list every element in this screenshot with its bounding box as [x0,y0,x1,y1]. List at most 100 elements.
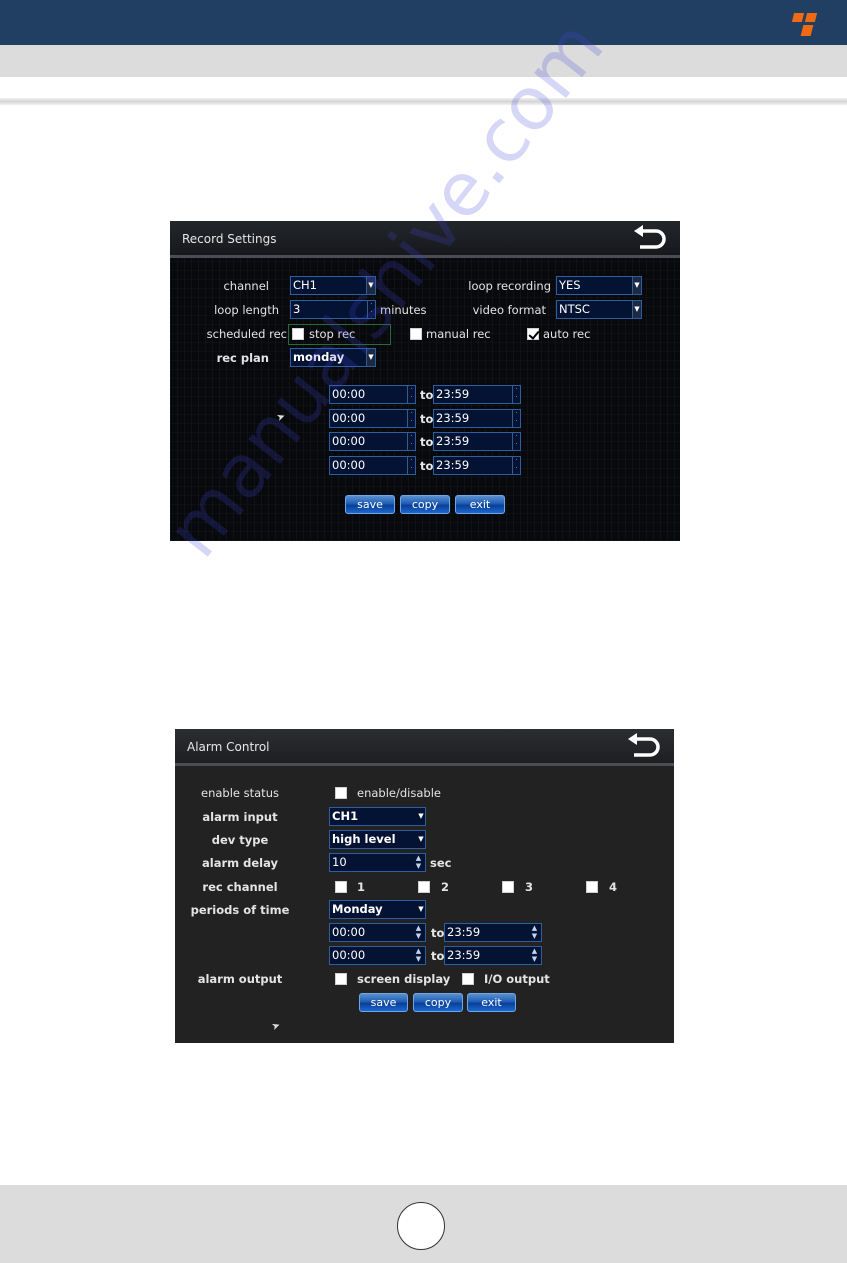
copy-button[interactable]: copy [400,495,450,514]
period-4-to-input[interactable]: 23:59 · · [433,456,521,475]
period-1-from-input[interactable]: 00:00 · · [329,385,416,404]
spinner-icon[interactable]: · · [512,410,520,427]
period-4-from-input[interactable]: 00:00 · · [329,456,416,475]
spinner-icon[interactable]: · · [407,386,415,403]
rec-plan-select[interactable]: monday ▼ [290,348,376,367]
rec-channel-1-label: 1 [357,880,366,894]
loop-length-input[interactable]: 3 · · [290,300,376,319]
rec-channel-4-checkbox[interactable] [586,881,598,893]
save-button[interactable]: save [345,495,395,514]
periods-of-time-select[interactable]: Monday ▼ [329,900,426,919]
dev-type-select[interactable]: high level ▼ [329,830,426,849]
rec-channel-4-label: 4 [609,880,618,894]
rec-channel-1-checkbox[interactable] [335,881,347,893]
top-header-band [0,0,847,45]
to-label: to [420,388,434,402]
rec-channel-2-checkbox[interactable] [418,881,430,893]
period-2-to-input[interactable]: 23:59 · · [433,409,521,428]
copy-button[interactable]: copy [413,993,463,1012]
auto-rec-checkbox[interactable] [527,328,539,340]
period-1-to-input[interactable]: 23:59 · · [433,385,521,404]
period-to-value: 23:59 [436,387,470,401]
period-3-from-input[interactable]: 00:00 · · [329,432,416,451]
rec-plan-value: monday [293,350,345,364]
to-label: to [420,459,434,473]
back-arrow-icon[interactable] [632,225,666,251]
alarm-input-value: CH1 [332,809,359,823]
io-output-label: I/O output [484,972,550,986]
auto-rec-label: auto rec [543,327,591,341]
spinner-icon[interactable]: · · [512,386,520,403]
loop-recording-label: loop recording [468,279,551,293]
period-to-value: 23:59 [436,411,470,425]
period-to-value: 23:59 [436,434,470,448]
loop-length-label: loop length [214,303,279,317]
spinner-icon[interactable]: · · [407,433,415,450]
chevron-down-icon: ▼ [632,301,641,318]
spinner-icon[interactable]: ▲ ▼ [414,947,423,964]
spinner-icon[interactable]: · · [512,457,520,474]
save-button[interactable]: save [359,993,408,1012]
video-format-value: NTSC [559,302,590,316]
period-from-value: 00:00 [332,387,366,401]
loop-recording-select[interactable]: YES ▼ [556,276,642,295]
spinner-icon[interactable]: · · [407,457,415,474]
alarm-period-1-to-input[interactable]: 23:59 ▲ ▼ [444,923,542,942]
alarm-delay-label: alarm delay [202,856,278,870]
alarm-delay-unit: sec [430,856,452,870]
chevron-down-icon: ▼ [418,835,424,843]
rec-channel-3-checkbox[interactable] [502,881,514,893]
screen-display-checkbox[interactable] [335,973,347,985]
alarm-period-1-from-input[interactable]: 00:00 ▲ ▼ [329,923,426,942]
enable-status-checkbox[interactable] [335,787,347,799]
alarm-period-2-from-input[interactable]: 00:00 ▲ ▼ [329,946,426,965]
spinner-icon[interactable]: ▲ ▼ [414,854,423,871]
stop-rec-label: stop rec [309,327,356,341]
channel-label: channel [223,279,269,293]
period-from-value: 00:00 [332,948,366,962]
spinner-icon[interactable]: ▲ ▼ [530,947,539,964]
alarm-input-select[interactable]: CH1 ▼ [329,807,426,826]
io-output-checkbox[interactable] [462,973,474,985]
panel-header: Alarm Control [175,729,674,766]
spinner-icon[interactable]: · · [367,301,375,318]
spinner-icon[interactable]: ▲ ▼ [414,924,423,941]
stop-rec-checkbox[interactable] [292,328,304,340]
alarm-period-2-to-input[interactable]: 23:59 ▲ ▼ [444,946,542,965]
record-settings-panel: Record Settings channel CH1 ▼ loop recor… [170,221,680,541]
period-2-from-input[interactable]: 00:00 · · [329,409,416,428]
period-from-value: 00:00 [332,411,366,425]
header-subband [0,45,847,77]
channel-select[interactable]: CH1 ▼ [290,276,376,295]
chevron-down-icon: ▼ [632,277,641,294]
period-to-value: 23:59 [436,458,470,472]
spinner-icon[interactable]: ▲ ▼ [530,924,539,941]
enable-status-label: enable status [201,786,279,800]
rec-channel-2-label: 2 [441,880,450,894]
mouse-cursor-icon: ➤ [270,1019,283,1034]
period-to-value: 23:59 [447,948,481,962]
chevron-down-icon: ▼ [418,812,424,820]
period-from-value: 00:00 [332,925,366,939]
alarm-delay-value: 10 [332,855,347,869]
exit-button[interactable]: exit [467,993,516,1012]
video-format-select[interactable]: NTSC ▼ [556,300,642,319]
brand-logo-icon [791,13,819,39]
to-label: to [420,412,434,426]
back-arrow-icon[interactable] [626,733,660,759]
video-format-label: video format [472,303,546,317]
rec-channel-label: rec channel [202,880,278,894]
chevron-down-icon: ▼ [366,349,375,366]
scheduled-rec-label: scheduled rec [206,327,287,341]
to-label: to [431,926,445,940]
manual-rec-checkbox[interactable] [410,328,422,340]
alarm-delay-input[interactable]: 10 ▲ ▼ [329,853,426,872]
to-label: to [431,949,445,963]
spinner-icon[interactable]: · · [407,410,415,427]
period-from-value: 00:00 [332,434,366,448]
rec-plan-label: rec plan [216,351,269,365]
spinner-icon[interactable]: · · [512,433,520,450]
period-3-to-input[interactable]: 23:59 · · [433,432,521,451]
chevron-down-icon: ▼ [418,905,424,913]
exit-button[interactable]: exit [455,495,505,514]
